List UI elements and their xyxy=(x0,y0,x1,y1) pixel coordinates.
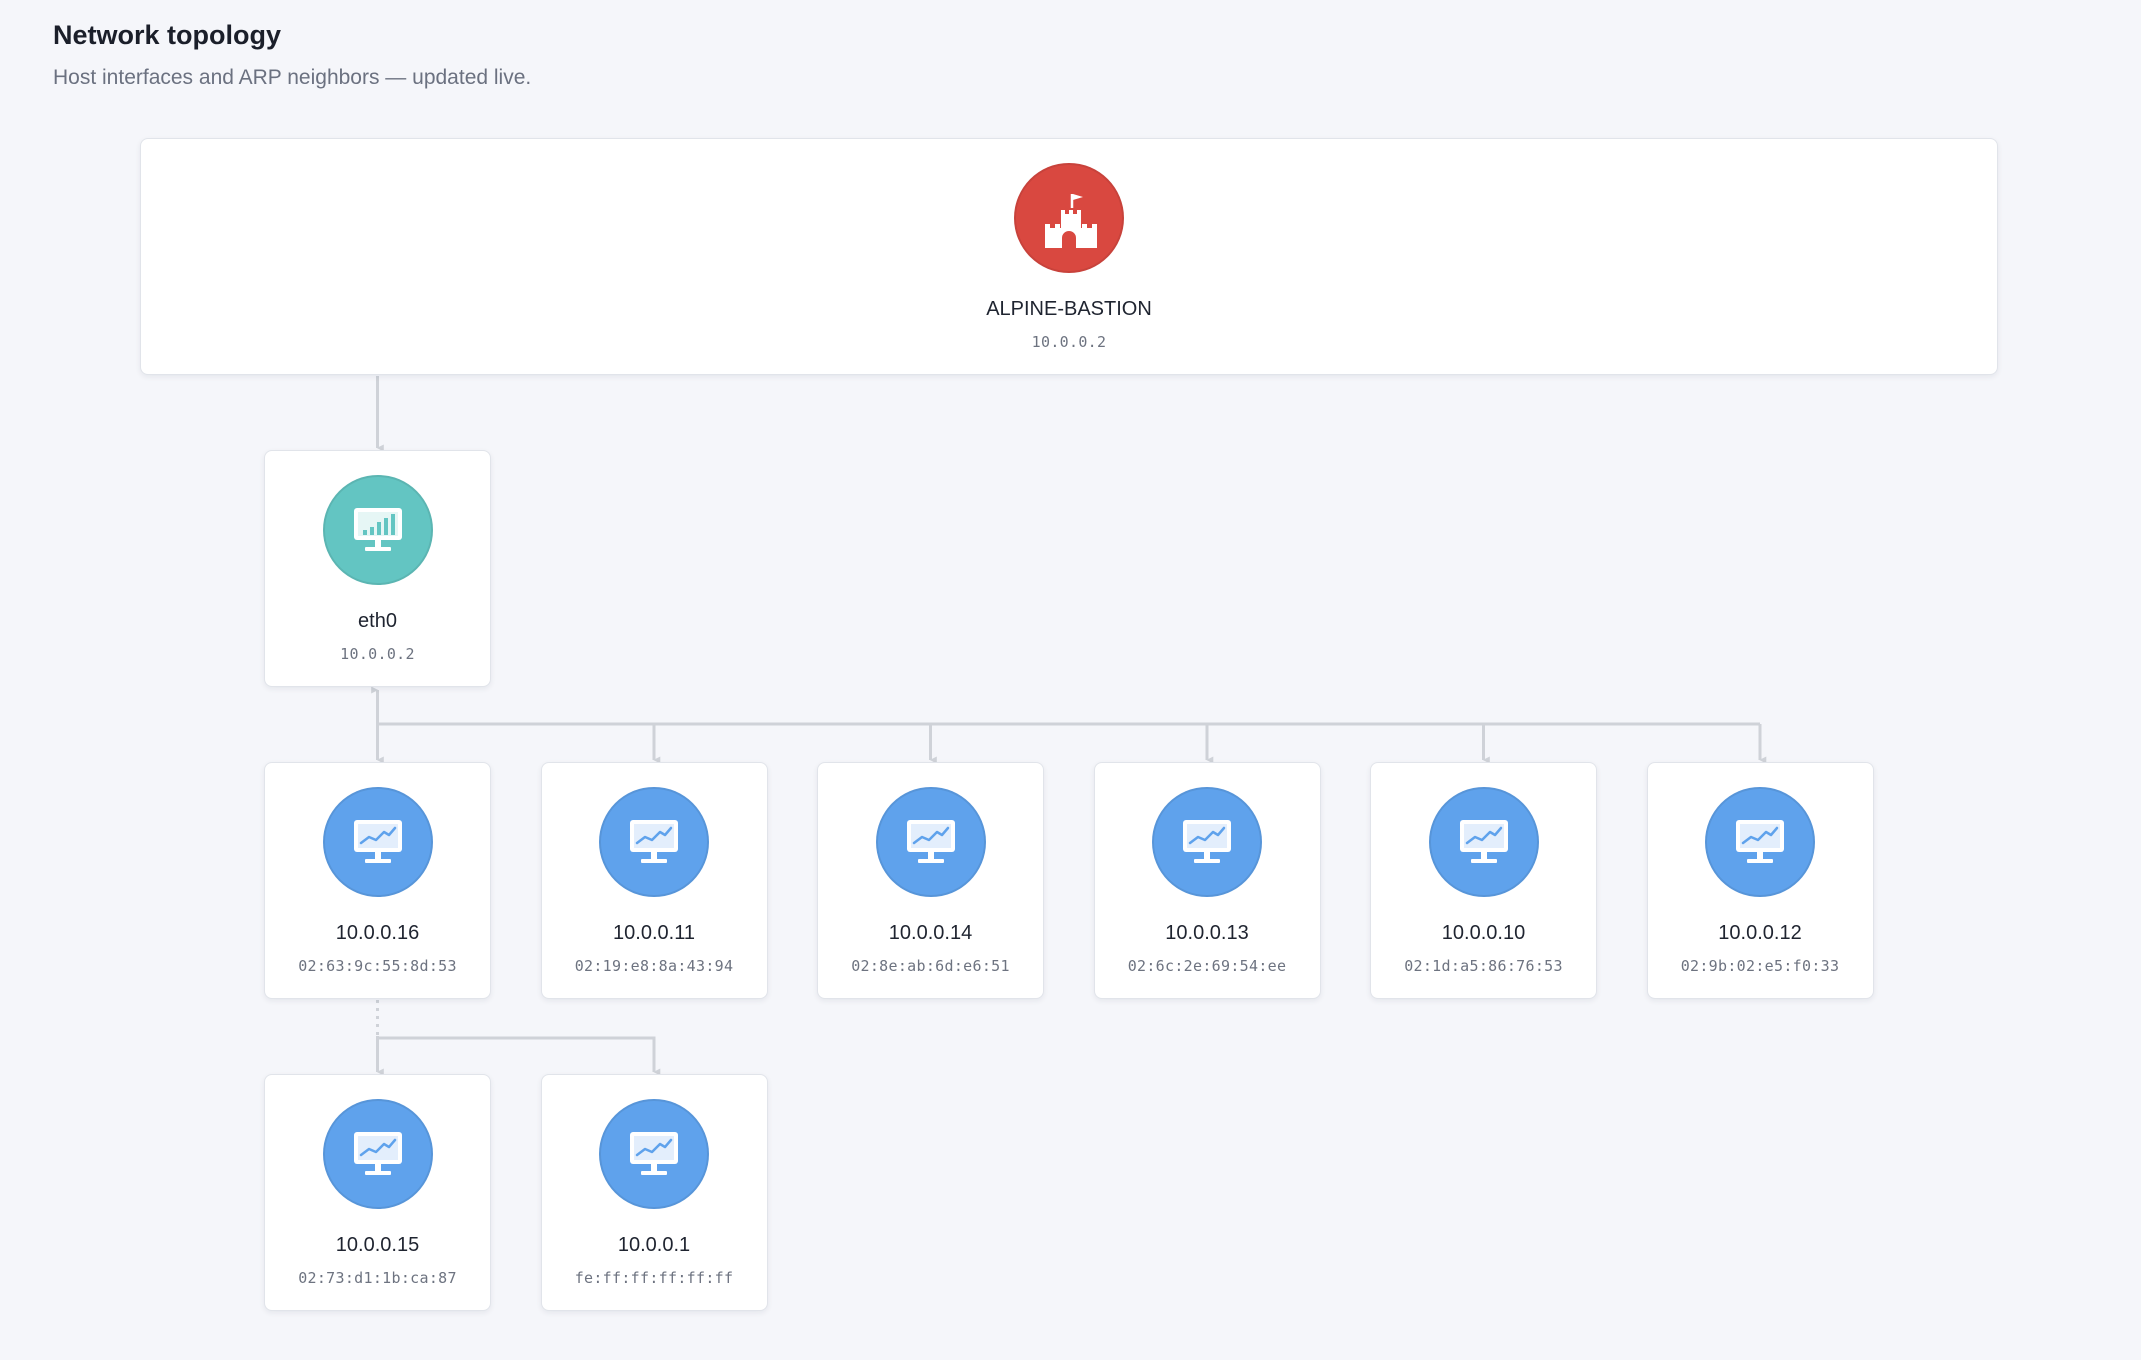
monitor-line-chart-icon xyxy=(630,820,678,863)
castle-icon xyxy=(1045,194,1097,248)
neighbor-node[interactable]: 10.0.0.10 02:1d:a5:86:76:53 xyxy=(1370,762,1597,999)
neighbor-node[interactable]: 10.0.0.1 fe:ff:ff:ff:ff:ff xyxy=(540,1074,768,1311)
monitor-line-chart-icon xyxy=(1183,820,1231,863)
neighbor-ip: 10.0.0.10 xyxy=(1441,922,1526,944)
host-ip: 10.0.0.2 xyxy=(1031,333,1107,351)
neighbor-ip: 10.0.0.12 xyxy=(1718,922,1802,944)
neighbor-node[interactable]: 10.0.0.14 02:8e:ab:6d:e6:51 xyxy=(817,762,1044,999)
monitor-line-chart-icon xyxy=(1736,820,1784,863)
monitor-line-chart-icon xyxy=(630,1132,678,1175)
neighbor-mac: 02:6c:2e:69:54:ee xyxy=(1127,957,1287,975)
neighbor-mac: fe:ff:ff:ff:ff:ff xyxy=(574,1269,734,1287)
neighbor-mac: 02:8e:ab:6d:e6:51 xyxy=(851,957,1010,975)
neighbor-ip: 10.0.0.1 xyxy=(617,1234,691,1256)
topology-canvas: ALPINE-BASTION 10.0.0.2 eth0 10.0.0.2 10… xyxy=(0,0,2141,1360)
neighbor-badge xyxy=(322,787,433,897)
interface-badge xyxy=(322,475,433,585)
host-name: ALPINE-BASTION xyxy=(986,298,1152,320)
neighbor-node[interactable]: 10.0.0.12 02:9b:02:e5:f0:33 xyxy=(1646,762,1874,999)
neighbor-badge xyxy=(599,787,709,897)
monitor-line-chart-icon xyxy=(353,1132,402,1175)
neighbor-mac: 02:9b:02:e5:f0:33 xyxy=(1680,957,1840,975)
neighbor-node[interactable]: 10.0.0.15 02:73:d1:1b:ca:87 xyxy=(264,1074,491,1311)
neighbor-ip: 10.0.0.15 xyxy=(335,1234,420,1256)
neighbor-badge xyxy=(1152,787,1262,897)
interface-ip: 10.0.0.2 xyxy=(340,645,415,663)
neighbor-badge xyxy=(322,1099,433,1209)
neighbor-badge xyxy=(1428,787,1539,897)
neighbor-ip: 10.0.0.14 xyxy=(888,922,973,944)
monitor-line-chart-icon xyxy=(353,820,402,863)
neighbor-node[interactable]: 10.0.0.11 02:19:e8:8a:43:94 xyxy=(540,762,768,999)
monitor-bar-chart-icon xyxy=(353,508,402,551)
neighbor-badge xyxy=(875,787,986,897)
interface-node-eth0[interactable]: eth0 10.0.0.2 xyxy=(264,450,491,687)
neighbor-node[interactable]: 10.0.0.16 02:63:9c:55:8d:53 xyxy=(264,762,491,999)
neighbor-node[interactable]: 10.0.0.13 02:6c:2e:69:54:ee xyxy=(1093,762,1321,999)
monitor-line-chart-icon xyxy=(906,820,955,863)
neighbor-mac: 02:63:9c:55:8d:53 xyxy=(298,957,457,975)
neighbor-ip: 10.0.0.13 xyxy=(1165,922,1249,944)
host-badge xyxy=(1014,163,1124,273)
monitor-line-chart-icon xyxy=(1459,820,1508,863)
neighbor-ip: 10.0.0.11 xyxy=(613,922,695,944)
neighbor-badge xyxy=(599,1099,709,1209)
host-node[interactable]: ALPINE-BASTION 10.0.0.2 xyxy=(140,138,1998,375)
neighbor-mac: 02:19:e8:8a:43:94 xyxy=(574,957,734,975)
neighbor-mac: 02:73:d1:1b:ca:87 xyxy=(298,1269,457,1287)
neighbor-badge xyxy=(1705,787,1815,897)
interface-name: eth0 xyxy=(358,610,397,632)
neighbor-ip: 10.0.0.16 xyxy=(335,922,420,944)
neighbor-mac: 02:1d:a5:86:76:53 xyxy=(1404,957,1563,975)
